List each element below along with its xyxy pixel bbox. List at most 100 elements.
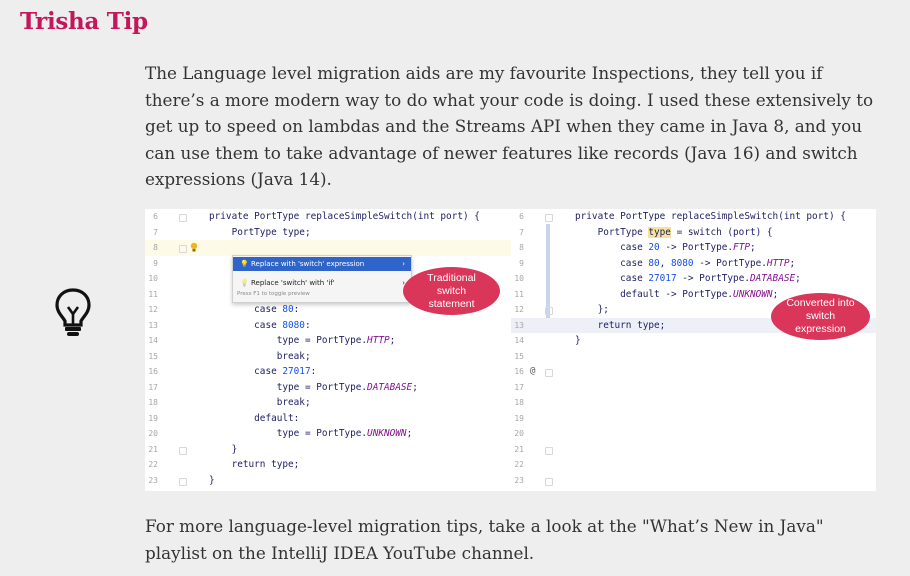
code-text: type = PortType.UNKNOWN;	[209, 428, 413, 439]
code-text: case 80, 8080 -> PortType.HTTP;	[575, 257, 796, 269]
code-line: 18	[511, 395, 876, 411]
line-number: 20	[514, 429, 524, 438]
code-line: 17	[511, 380, 876, 396]
intro-paragraph: The Language level migration aids are my…	[145, 63, 874, 189]
replace-with-switch-expression-item[interactable]: 💡 Replace with 'switch' expression ›	[233, 257, 411, 271]
line-number: 22	[514, 460, 524, 469]
code-line: 19 default:	[145, 411, 511, 427]
code-text: break;	[209, 350, 311, 362]
code-text: default -> PortType.UNKNOWN;	[575, 288, 779, 300]
code-text: return type;	[209, 459, 300, 470]
code-line: 19	[511, 411, 876, 427]
code-line: 23}	[145, 473, 511, 489]
fold-marker[interactable]	[179, 214, 187, 222]
popup-item-label: Replace with 'switch' expression	[251, 260, 365, 268]
line-number: 12	[514, 305, 524, 314]
line-number: 17	[514, 382, 524, 392]
code-text: case 80:	[209, 304, 300, 315]
line-number: 10	[514, 274, 524, 283]
line-number: 14	[148, 336, 158, 345]
line-number: 8	[519, 243, 524, 252]
line-number: 13	[148, 320, 158, 330]
code-line: 15 break;	[145, 349, 511, 365]
line-number: 22	[148, 460, 158, 469]
line-number: 6	[519, 212, 524, 221]
line-number: 7	[153, 227, 158, 237]
line-number: 18	[514, 398, 524, 407]
callout-switch-expression: Converted into switch expression	[771, 293, 870, 340]
code-text: return type;	[575, 319, 666, 331]
code-text: break;	[209, 397, 311, 408]
code-line: 21 }	[145, 442, 511, 458]
line-number: 19	[514, 413, 524, 423]
code-after-panel: 6 private PortType replaceSimpleSwitch(in…	[511, 209, 876, 491]
code-line: 17 type = PortType.DATABASE;	[145, 380, 511, 396]
fold-marker[interactable]	[179, 245, 187, 253]
line-number: 7	[519, 227, 524, 237]
code-text: }	[575, 335, 581, 346]
intention-bulb-icon[interactable]	[190, 242, 198, 252]
code-line: 6 private PortType replaceSimpleSwitch(in…	[145, 209, 511, 225]
line-number: 15	[148, 351, 158, 361]
code-line: 16 case 27017:	[145, 364, 511, 380]
code-line: 7 PortType type = switch (port) {	[511, 225, 876, 241]
line-number: 23	[148, 475, 158, 485]
line-number: 13	[514, 320, 524, 330]
fold-marker[interactable]	[545, 369, 553, 377]
code-line: 7 PortType type;	[145, 225, 511, 241]
code-text: PortType type;	[209, 226, 311, 238]
code-line: 21	[511, 442, 876, 458]
line-number: 8	[153, 243, 158, 252]
fold-marker[interactable]	[545, 214, 553, 222]
annotation-marker-icon[interactable]: @	[530, 364, 535, 380]
code-text: private PortType replaceSimpleSwitch(int…	[209, 211, 480, 222]
code-line: 16 @	[511, 364, 876, 380]
code-text: }	[209, 474, 215, 486]
code-line: 20	[511, 426, 876, 442]
callout-label: Converted into switch expression	[786, 297, 855, 335]
line-number: 11	[514, 289, 524, 299]
line-number: 6	[153, 212, 158, 221]
callout-traditional-switch: Traditional switch statement	[403, 267, 500, 315]
code-line: 20 type = PortType.UNKNOWN;	[145, 426, 511, 442]
code-line: 22 return type;	[145, 457, 511, 473]
code-text: default:	[209, 412, 300, 424]
line-number: 17	[148, 382, 158, 392]
code-line: 23	[511, 473, 876, 489]
replace-switch-with-if-item[interactable]: 💡 Replace 'switch' with 'if' ›	[233, 276, 411, 290]
fold-marker[interactable]	[545, 477, 553, 486]
line-number: 10	[148, 274, 158, 283]
line-number: 12	[148, 305, 158, 314]
line-number: 21	[514, 444, 524, 454]
code-line: 8 case 20 -> PortType.FTP;	[511, 240, 876, 256]
line-number: 23	[514, 475, 524, 485]
fold-marker[interactable]	[179, 446, 187, 455]
fold-marker[interactable]	[545, 307, 553, 315]
code-before-panel: 6 private PortType replaceSimpleSwitch(in…	[145, 209, 511, 491]
code-text: type = PortType.DATABASE;	[209, 381, 418, 393]
line-number: 18	[148, 398, 158, 407]
line-number: 19	[148, 413, 158, 423]
code-text: }	[209, 443, 238, 455]
code-line: 14 type = PortType.HTTP;	[145, 333, 511, 349]
line-number: 20	[148, 429, 158, 438]
code-line: 10 case 27017 -> PortType.DATABASE;	[511, 271, 876, 287]
code-line: 18 break;	[145, 395, 511, 411]
fold-marker[interactable]	[179, 477, 187, 486]
code-line: 22	[511, 457, 876, 473]
bulb-icon: 💡	[240, 260, 249, 268]
code-text: case 27017 -> PortType.DATABASE;	[575, 273, 801, 284]
line-number: 16	[514, 367, 524, 376]
fold-marker[interactable]	[545, 446, 553, 455]
code-line: 9 case 80, 8080 -> PortType.HTTP;	[511, 256, 876, 272]
code-line: 13 case 8080:	[145, 318, 511, 334]
line-number: 21	[148, 444, 158, 454]
intention-actions-popup: 💡 Replace with 'switch' expression › 💡 R…	[232, 255, 412, 303]
code-line: 6 private PortType replaceSimpleSwitch(in…	[511, 209, 876, 225]
code-text: type = PortType.HTTP;	[209, 335, 396, 346]
tip-heading: Trisha Tip	[20, 8, 148, 35]
code-text: private PortType replaceSimpleSwitch(int…	[575, 211, 846, 222]
popup-item-label: Replace 'switch' with 'if'	[251, 279, 335, 287]
line-number: 14	[514, 336, 524, 345]
code-text: case 20 -> PortType.FTP;	[575, 242, 756, 253]
